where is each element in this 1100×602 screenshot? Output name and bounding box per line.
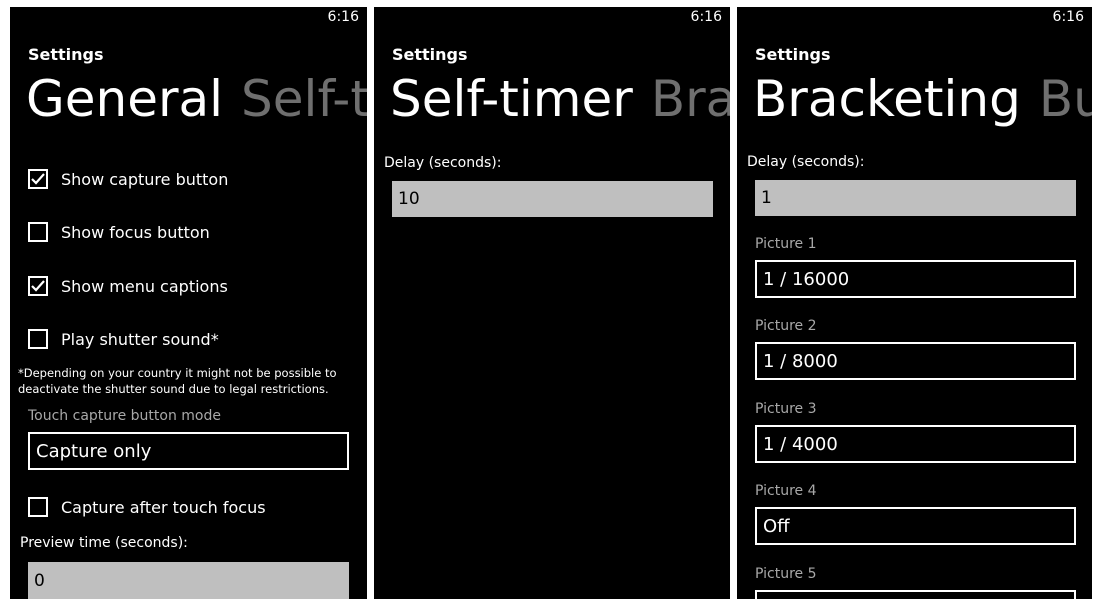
app-title: Settings [755,45,831,64]
shutter-sound-note: *Depending on your country it might not … [18,365,348,397]
picture-2-label: Picture 2 [755,318,817,334]
picture-5-label: Picture 5 [755,566,817,582]
pivot-tab-bracketing[interactable]: Bracketing [753,70,1021,128]
pivot-tab-burst[interactable]: Burs [1039,70,1092,128]
checkbox-label: Play shutter sound* [61,329,219,349]
bracketing-settings-panel: 6:16 Settings Bracketing Burs Delay (seco… [737,7,1092,599]
show-focus-button-toggle[interactable]: Show focus button [28,219,210,245]
picture-5-select[interactable] [755,590,1076,599]
picture-3-select[interactable]: 1 / 4000 [755,425,1076,463]
pivot-tab-bracketing[interactable]: Brac [651,70,730,128]
general-settings-panel: 6:16 Settings General Self-ti Show captur… [10,7,367,599]
touch-mode-select[interactable]: Capture only [28,432,349,470]
picture-4-select[interactable]: Off [755,507,1076,545]
checkbox-label: Show capture button [61,169,229,189]
pivot-header: Self-timer Brac [390,69,730,129]
picture-2-select[interactable]: 1 / 8000 [755,342,1076,380]
preview-time-input[interactable]: 0 [28,562,349,599]
show-capture-button-toggle[interactable]: Show capture button [28,166,228,192]
play-shutter-sound-toggle[interactable]: Play shutter sound* [28,326,219,352]
status-time: 6:16 [690,9,722,25]
checkbox-checked-icon[interactable] [28,169,48,189]
pivot-tab-self-timer[interactable]: Self-timer [390,70,633,128]
checkbox-label: Show menu captions [61,276,228,296]
show-menu-captions-toggle[interactable]: Show menu captions [28,273,228,299]
picture-3-label: Picture 3 [755,401,817,417]
self-timer-settings-panel: 6:16 Settings Self-timer Brac Delay (seco… [374,7,730,599]
status-time: 6:16 [327,9,359,25]
picture-4-label: Picture 4 [755,483,817,499]
touch-mode-label: Touch capture button mode [28,408,221,424]
delay-label: Delay (seconds): [384,155,502,171]
pivot-header: General Self-ti [26,69,367,129]
checkbox-unchecked-icon[interactable] [28,222,48,242]
delay-label: Delay (seconds): [747,154,865,170]
checkbox-label: Show focus button [61,222,210,242]
note-line: deactivate the shutter sound due to lega… [18,382,329,396]
note-line: *Depending on your country it might not … [18,366,337,380]
picture-1-label: Picture 1 [755,236,817,252]
pivot-tab-general[interactable]: General [26,70,223,128]
delay-input[interactable]: 1 [755,180,1076,216]
preview-time-label: Preview time (seconds): [20,535,188,551]
checkbox-unchecked-icon[interactable] [28,329,48,349]
picture-1-select[interactable]: 1 / 16000 [755,260,1076,298]
app-title: Settings [392,45,468,64]
status-time: 6:16 [1052,9,1084,25]
checkbox-label: Capture after touch focus [61,497,266,517]
delay-input[interactable]: 10 [392,181,713,217]
checkbox-checked-icon[interactable] [28,276,48,296]
checkbox-unchecked-icon[interactable] [28,497,48,517]
pivot-tab-self-timer[interactable]: Self-ti [241,70,367,128]
app-title: Settings [28,45,104,64]
pivot-header: Bracketing Burs [753,69,1092,129]
capture-after-touch-focus-toggle[interactable]: Capture after touch focus [28,494,266,520]
